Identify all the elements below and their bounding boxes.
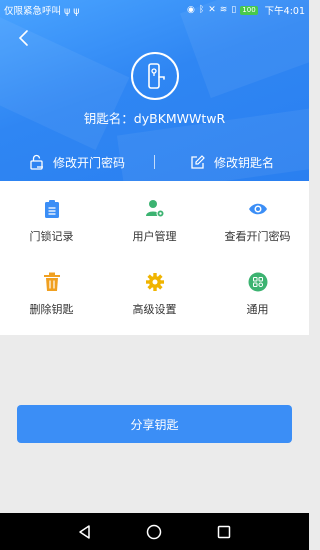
circle-home-icon — [147, 524, 162, 539]
bluetooth-icon: ᛒ — [198, 5, 205, 15]
edit-door-password-label: 修改开门密码 — [52, 155, 125, 170]
square-recents-icon — [217, 525, 231, 538]
view-door-password-item[interactable]: 查看开门密码 — [206, 181, 309, 259]
door-lock-records-item[interactable]: 门锁记录 — [0, 181, 103, 259]
nav-back-button[interactable] — [76, 523, 94, 541]
nav-home-button[interactable] — [145, 523, 163, 541]
share-key-button[interactable]: 分享钥匙 — [17, 405, 292, 443]
clipboard-icon — [42, 199, 62, 219]
header: 仅限紧急呼叫 ψ ψ ◉ ᛒ ✕ ≋ ▯ 100 下午4:01 钥匙名：dyBK… — [0, 0, 309, 181]
status-icons: ◉ ᛒ ✕ ≋ ▯ 100 下午4:01 — [187, 3, 305, 17]
wifi-icon: ≋ — [219, 5, 228, 15]
status-bar: 仅限紧急呼叫 ψ ψ ◉ ᛒ ✕ ≋ ▯ 100 下午4:01 — [0, 0, 309, 20]
location-icon: ◉ — [186, 5, 195, 15]
key-name-text: 钥匙名：dyBKMWWtwR — [83, 111, 226, 126]
status-time: 下午4:01 — [264, 6, 305, 17]
header-actions: 修改开门密码 修改钥匙名 — [0, 150, 309, 174]
trash-icon — [42, 272, 62, 292]
status-carrier-text: 仅限紧急呼叫 ψ ψ — [4, 6, 80, 17]
general-item[interactable]: 通用 — [206, 259, 309, 335]
door-lock-avatar — [131, 52, 179, 100]
general-label: 通用 — [246, 303, 269, 316]
gear-icon — [145, 272, 165, 292]
edit-key-name-label: 修改钥匙名 — [213, 155, 274, 170]
advanced-settings-item[interactable]: 高级设置 — [103, 259, 206, 335]
apps-icon — [248, 272, 268, 292]
battery-icon: 100 — [240, 5, 258, 15]
lock-edit-icon — [30, 154, 43, 170]
back-button[interactable] — [14, 28, 34, 48]
mute-icon: ✕ — [208, 5, 216, 15]
system-nav-bar — [0, 513, 309, 550]
user-management-label: 用户管理 — [132, 230, 177, 243]
edit-key-name-button[interactable]: 修改钥匙名 — [155, 154, 309, 171]
delete-key-label: 删除钥匙 — [29, 303, 74, 316]
edit-icon — [191, 155, 205, 169]
advanced-settings-label: 高级设置 — [132, 303, 177, 316]
door-lock-records-label: 门锁记录 — [29, 230, 74, 243]
sim-icon: ▯ — [231, 5, 237, 15]
user-gear-icon — [145, 199, 165, 219]
triangle-back-icon — [79, 524, 90, 539]
delete-key-item[interactable]: 删除钥匙 — [0, 259, 103, 335]
user-management-item[interactable]: 用户管理 — [103, 181, 206, 259]
view-door-password-label: 查看开门密码 — [224, 230, 291, 243]
smart-lock-icon — [148, 63, 165, 89]
eye-icon — [248, 199, 268, 219]
nav-recents-button[interactable] — [215, 523, 233, 541]
edit-door-password-button[interactable]: 修改开门密码 — [0, 154, 154, 171]
function-grid: 门锁记录 用户管理 查看开门密码 删除钥匙 高级设置 通用 — [0, 181, 309, 335]
chevron-left-icon — [18, 30, 28, 46]
